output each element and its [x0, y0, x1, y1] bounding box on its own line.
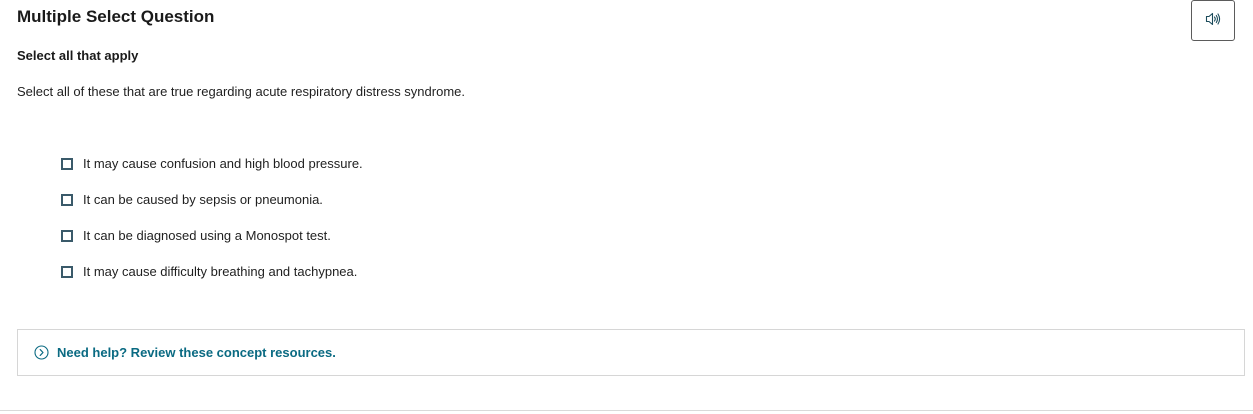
concept-resources-label: Need help? Review these concept resource… [57, 344, 336, 360]
option-label: It can be caused by sepsis or pneumonia. [83, 192, 323, 207]
option-label: It may cause difficulty breathing and ta… [83, 264, 358, 279]
option-checkbox[interactable] [61, 158, 73, 170]
answer-options-list: It may cause confusion and high blood pr… [61, 154, 363, 298]
speaker-icon [1205, 12, 1221, 29]
option-checkbox[interactable] [61, 266, 73, 278]
question-prompt: Select all of these that are true regard… [17, 84, 465, 99]
divider [0, 410, 1253, 411]
question-page: Multiple Select Question Select all that… [0, 0, 1253, 414]
option-label: It may cause confusion and high blood pr… [83, 156, 363, 171]
answer-option[interactable]: It may cause confusion and high blood pr… [61, 154, 363, 174]
read-aloud-button[interactable] [1191, 0, 1235, 41]
question-type-title: Multiple Select Question [17, 7, 215, 26]
answer-option[interactable]: It can be caused by sepsis or pneumonia. [61, 190, 363, 210]
answer-option[interactable]: It can be diagnosed using a Monospot tes… [61, 226, 363, 246]
option-label: It can be diagnosed using a Monospot tes… [83, 228, 331, 243]
concept-resources-panel: Need help? Review these concept resource… [17, 329, 1245, 376]
answer-option[interactable]: It may cause difficulty breathing and ta… [61, 262, 363, 282]
concept-resources-link[interactable]: Need help? Review these concept resource… [33, 344, 336, 362]
option-checkbox[interactable] [61, 230, 73, 242]
option-checkbox[interactable] [61, 194, 73, 206]
chevron-right-circle-icon [33, 345, 49, 361]
question-instruction: Select all that apply [17, 48, 139, 63]
